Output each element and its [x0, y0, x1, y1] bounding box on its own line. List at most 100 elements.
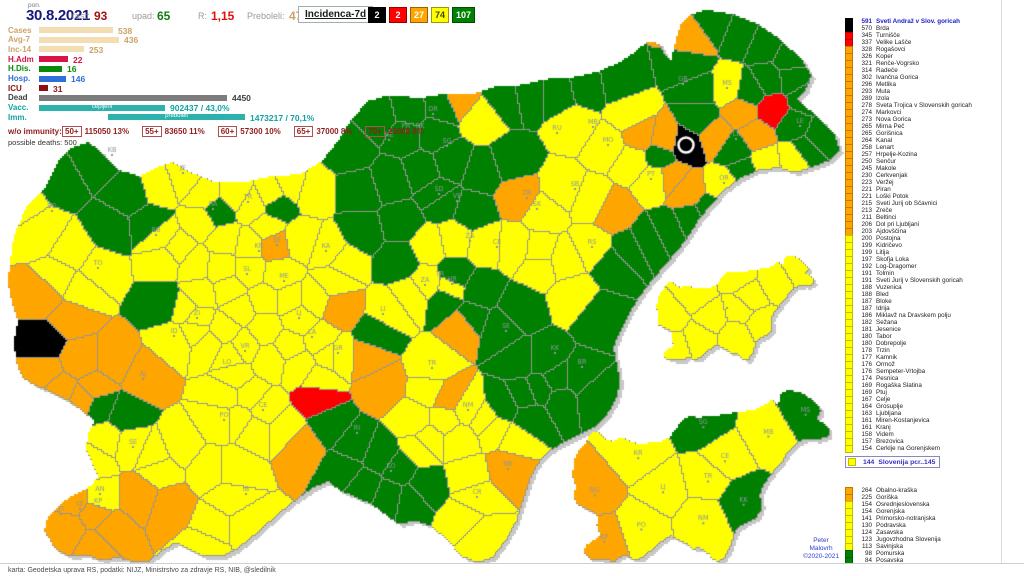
incidence-7d-button[interactable]: Incidenca-7d [298, 6, 373, 23]
legend-row: 161Miren-Kostanjevica [845, 417, 1003, 424]
stat-bar [39, 95, 227, 101]
legend-name: Gorenjska [876, 508, 905, 515]
legend-name: Ptuj [876, 389, 887, 396]
wo-immunity-item: 65+37000 8% [294, 126, 353, 137]
stat-label: Vacc. [8, 103, 28, 112]
stat-bar [39, 37, 119, 43]
legend-row: 570Brda [845, 25, 1003, 32]
legend-value: 188 [856, 284, 872, 291]
legend-row: 174Pesnica [845, 375, 1003, 382]
age-group-box: 55+ [142, 126, 162, 137]
legend-row: 191Sveti Jurij v Slovenskih goricah [845, 277, 1003, 284]
wo-immunity-item: 70+23600 8% [365, 126, 424, 137]
legend-row: 141Primorsko-notranjska [845, 515, 1003, 522]
legend-value: 154 [856, 501, 872, 508]
legend-row: 197 Škofja Loka [845, 256, 1003, 263]
legend-value: 264 [856, 487, 872, 494]
data-sources-text: karta: Geodetska uprava RS, podatki: NIJ… [8, 567, 276, 574]
legend-name: Kranj [876, 424, 891, 431]
stat-label: Cases [8, 26, 32, 35]
legend-value: 274 [856, 109, 872, 116]
legend-value: 296 [856, 81, 872, 88]
legend-value: 174 [856, 375, 872, 382]
legend-value: 203 [856, 228, 872, 235]
upad-value: 65 [157, 9, 170, 23]
stat-value: 4450 [232, 93, 251, 103]
legend-value: 258 [856, 144, 872, 151]
legend-row: 265Gorišnica [845, 130, 1003, 137]
legend-row: 345Turnišče [845, 32, 1003, 39]
legend-row: 206Dol pri Ljubljani [845, 221, 1003, 228]
legend-value: 199 [856, 242, 872, 249]
stat-bar [39, 85, 48, 91]
legend-name: Škofja Loka [876, 256, 909, 263]
legend-separator-line [1001, 0, 1002, 563]
legend-row: 225Goriška [845, 494, 1003, 501]
legend-name: Šempeter-Vrtojba [876, 368, 925, 375]
stat-label: ICU [8, 84, 22, 93]
preboleli-label: Preboleli: [247, 11, 285, 21]
legend-value: 265 [856, 123, 872, 130]
legend-value: 591 [856, 18, 872, 25]
legend-value: 182 [856, 319, 872, 326]
legend-name: Sveti Jurij ob Ščavnici [876, 200, 937, 207]
legend-name: Kamnik [876, 354, 897, 361]
legend-value: 154 [856, 508, 872, 515]
legend-name: Litija [876, 249, 889, 256]
legend-name: Primorsko-notranjska [876, 515, 936, 522]
legend-value: 273 [856, 116, 872, 123]
legend-row: 314Radeče [845, 67, 1003, 74]
legend-name: Muta [876, 88, 890, 95]
legend-row: 158Videm [845, 431, 1003, 438]
legend-row: 245Makole [845, 165, 1003, 172]
legend-value: 192 [856, 263, 872, 270]
legend-name: Hrpelje-Kozina [876, 151, 917, 158]
rast-value: 93 [94, 9, 107, 23]
legend-name: Jugovzhodna Slovenija [876, 536, 941, 543]
legend-row: 178Trzin [845, 347, 1003, 354]
legend-row: 164Grosuplje [845, 403, 1003, 410]
legend-name: Koper [876, 53, 893, 60]
legend-row: 230Cerkvenjak [845, 172, 1003, 179]
municipality-legend: 591Sveti Andraž v Slov. goricah570Brda34… [845, 18, 1003, 452]
legend-value: 199 [856, 249, 872, 256]
legend-name: Turnišče [876, 32, 900, 39]
stat-bar-caption: preboleli [108, 113, 245, 119]
stat-value: 538 [118, 26, 132, 36]
upad-label: upad: [132, 11, 155, 21]
legend-value: 123 [856, 536, 872, 543]
legend-name: Idrija [876, 305, 890, 312]
legend-value: 293 [856, 88, 872, 95]
legend-name: Beltinci [876, 214, 896, 221]
legend-name: Miklavž na Dravskem polju [876, 312, 951, 319]
legend-name: Lenart [876, 144, 894, 151]
stat-bar: preboleli [108, 114, 245, 120]
legend-name: Dol pri Ljubljani [876, 221, 919, 228]
stat-label: Dead [8, 93, 28, 102]
category-count-box: 27 [410, 7, 428, 23]
wo-immunity-item: 55+83650 11% [142, 126, 205, 137]
legend-name: Grosuplje [876, 403, 903, 410]
slovenia-name: Slovenija pcr..145 [878, 459, 935, 466]
legend-name: Zasavska [876, 529, 903, 536]
legend-name: Cerklje na Gorenjskem [876, 445, 940, 452]
legend-value: 158 [856, 431, 872, 438]
legend-row: 265Mirna Peč [845, 123, 1003, 130]
legend-row: 187Bloke [845, 298, 1003, 305]
stat-label: Avg-7 [8, 35, 30, 44]
legend-value: 163 [856, 410, 872, 417]
legend-name: Cerkvenjak [876, 172, 908, 179]
legend-name: Kanal [876, 137, 892, 144]
legend-name: Brezovica [876, 438, 904, 445]
legend-value: 197 [856, 256, 872, 263]
legend-color-square [845, 445, 853, 453]
legend-name: Osrednjeslovenska [876, 501, 930, 508]
legend-row: 273Nova Gorica [845, 116, 1003, 123]
age-group-box: 50+ [62, 126, 82, 137]
stat-bar-caption: cepljeni [39, 104, 165, 110]
legend-name: Sveti Jurij v Slovenskih goricah [876, 277, 963, 284]
legend-value: 180 [856, 333, 872, 340]
legend-row: 258 Lenart [845, 144, 1003, 151]
legend-value: 328 [856, 46, 872, 53]
stat-value: 31 [53, 84, 62, 94]
